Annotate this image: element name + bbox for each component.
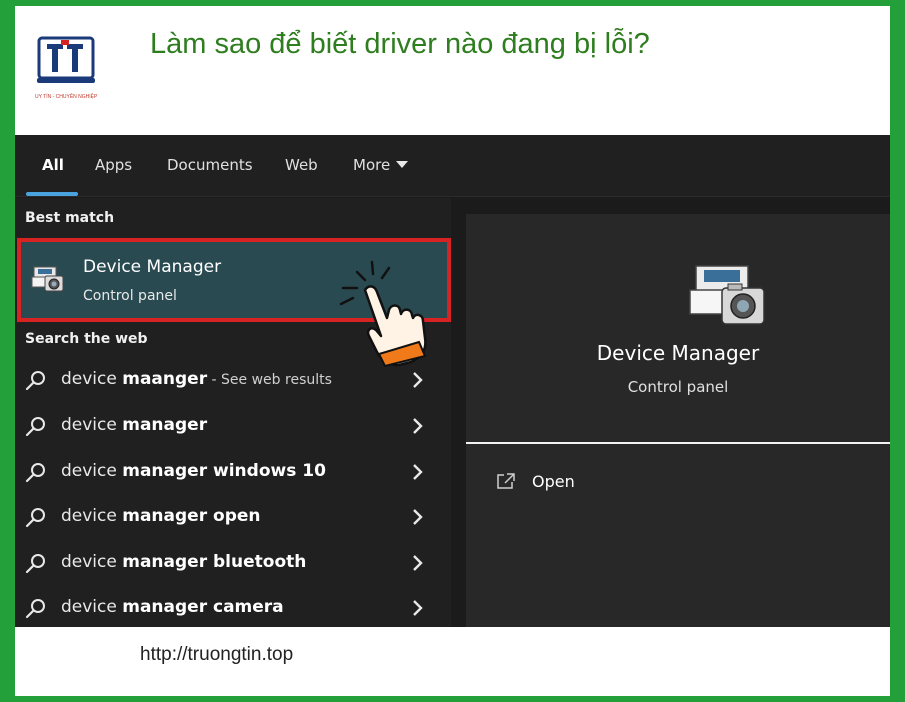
- search-icon: [25, 371, 45, 391]
- web-result-prefix: device: [61, 506, 123, 526]
- web-result-item[interactable]: device manager: [15, 405, 451, 447]
- open-label: Open: [532, 472, 575, 491]
- web-result-bold: maanger: [122, 369, 208, 389]
- search-tabs: All Apps Documents Web More: [15, 135, 890, 197]
- preview-pane: Device Manager Control panel Open: [466, 214, 890, 627]
- device-manager-large-icon: [689, 265, 765, 325]
- open-button[interactable]: Open: [496, 470, 616, 498]
- footer-url: http://truongtin.top: [140, 644, 294, 665]
- best-match-label: Best match: [25, 210, 115, 226]
- search-web-label: Search the web: [25, 331, 148, 347]
- preview-subtitle: Control panel: [627, 378, 729, 396]
- web-result-bold: manager windows 10: [122, 461, 326, 481]
- truongtin-logo: UY TÍN - CHUYÊN NGHIỆP: [35, 36, 97, 104]
- article-headline: Làm sao để biết driver nào đang bị lỗi?: [150, 28, 650, 60]
- tab-web[interactable]: Web: [285, 156, 318, 178]
- chevron-right-icon: [413, 464, 423, 480]
- search-icon: [25, 599, 45, 619]
- tab-more-label: More: [353, 156, 391, 174]
- caret-down-icon: [396, 161, 409, 168]
- web-result-item[interactable]: device manager open: [15, 496, 451, 538]
- web-result-bold: manager bluetooth: [122, 552, 307, 572]
- tab-more[interactable]: More: [353, 156, 409, 178]
- page-frame: UY TÍN - CHUYÊN NGHIỆP Làm sao để biết d…: [15, 6, 890, 696]
- results-list: Best match Device Manager Control panel: [15, 198, 451, 627]
- open-external-icon: [497, 473, 515, 489]
- web-result-prefix: device: [61, 552, 123, 572]
- preview-title: Device Manager: [596, 341, 760, 365]
- search-icon: [25, 417, 45, 437]
- best-match-subtitle: Control panel: [83, 288, 177, 304]
- active-tab-indicator: [26, 192, 78, 196]
- web-result-prefix: device: [61, 415, 123, 435]
- web-result-item[interactable]: device manager windows 10: [15, 451, 451, 493]
- chevron-right-icon: [413, 555, 423, 571]
- web-result-bold: manager: [122, 415, 208, 435]
- logo-tagline: UY TÍN - CHUYÊN NGHIỆP: [35, 94, 98, 100]
- windows-search-panel: All Apps Documents Web More Best match D…: [15, 135, 890, 627]
- search-icon: [25, 463, 45, 483]
- chevron-right-icon: [413, 509, 423, 525]
- web-result-bold: manager camera: [122, 597, 284, 617]
- web-result-item[interactable]: device manager bluetooth: [15, 542, 451, 584]
- web-result-item[interactable]: device maanger - See web results: [15, 359, 451, 401]
- chevron-right-icon: [413, 418, 423, 434]
- tab-apps[interactable]: Apps: [95, 156, 132, 178]
- tab-documents[interactable]: Documents: [167, 156, 253, 178]
- web-result-bold: manager open: [122, 506, 261, 526]
- device-manager-icon: [31, 266, 64, 292]
- chevron-right-icon: [413, 600, 423, 616]
- search-icon: [25, 508, 45, 528]
- web-result-prefix: device: [61, 597, 123, 617]
- tab-all[interactable]: All: [42, 156, 64, 178]
- best-match-title: Device Manager: [83, 257, 222, 277]
- search-icon: [25, 554, 45, 574]
- web-result-hint: - See web results: [207, 372, 332, 388]
- web-result-item[interactable]: device manager camera: [15, 587, 451, 627]
- preview-divider: [466, 442, 890, 444]
- web-result-prefix: device: [61, 369, 123, 389]
- web-result-prefix: device: [61, 461, 123, 481]
